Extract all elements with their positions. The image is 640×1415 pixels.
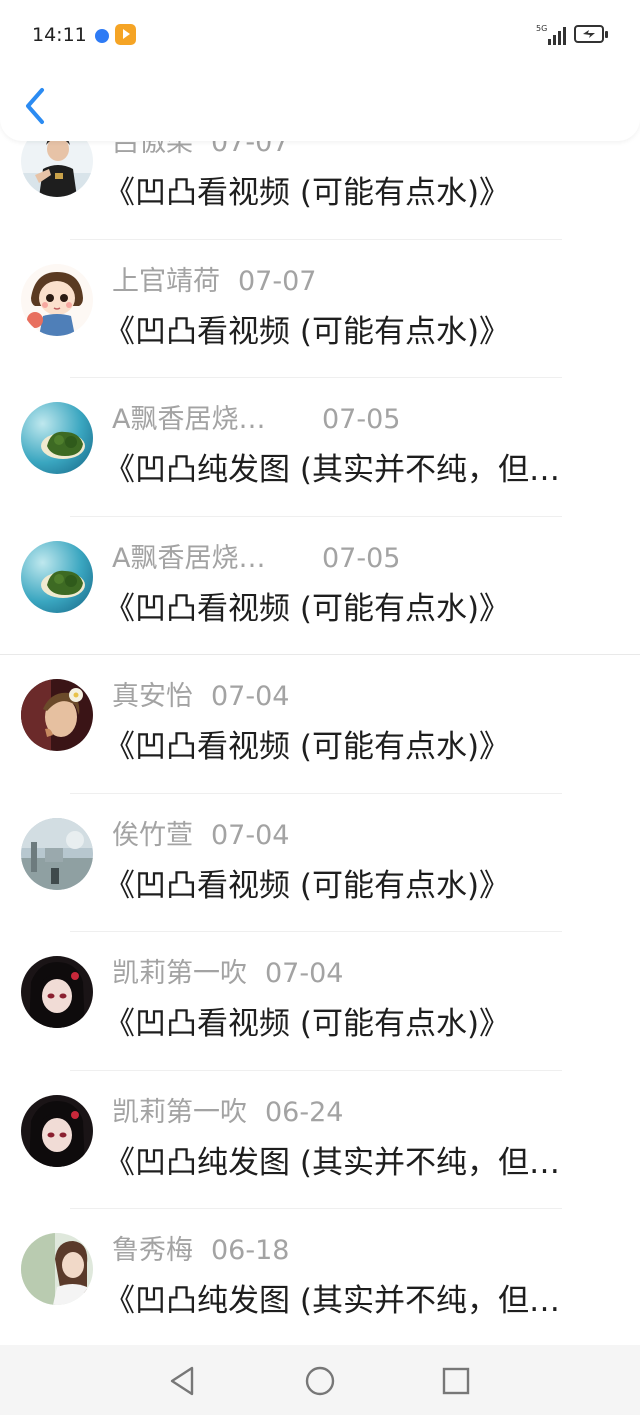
- user-name[interactable]: 凯莉第一吹: [112, 956, 247, 992]
- list-item[interactable]: 鲁秀梅 06-18 《凹凸纯发图 (其实并不纯，但…: [0, 1209, 640, 1348]
- nav-home-button[interactable]: [302, 1363, 338, 1399]
- nav-back-button[interactable]: [164, 1363, 200, 1399]
- comment-feed: 吕傲梁 07-07 《凹凸看视频 (可能有点水)》 上官靖荷 07-07 《凹凸…: [0, 101, 640, 1348]
- avatar[interactable]: [21, 402, 93, 474]
- post-title[interactable]: 《凹凸看视频 (可能有点水)》: [104, 725, 604, 769]
- comment-meta: 俟竹萱 07-04: [112, 818, 289, 854]
- user-name[interactable]: A飘香居烧…: [112, 541, 304, 577]
- back-button[interactable]: [18, 86, 52, 126]
- avatar[interactable]: [21, 679, 93, 751]
- nav-recents-button[interactable]: [438, 1363, 474, 1399]
- post-title[interactable]: 《凹凸看视频 (可能有点水)》: [104, 587, 604, 631]
- comment-meta: 凯莉第一吹 07-04: [112, 956, 343, 992]
- user-name[interactable]: A飘香居烧…: [112, 402, 304, 438]
- square-recents-icon: [442, 1367, 470, 1395]
- user-name[interactable]: 真安怡: [112, 679, 193, 715]
- top-bar: 14:11 5G: [0, 0, 640, 141]
- avatar[interactable]: [21, 1094, 93, 1167]
- user-name[interactable]: 鲁秀梅: [112, 1233, 193, 1269]
- comment-meta: A飘香居烧… 07-05: [112, 402, 400, 438]
- post-title[interactable]: 《凹凸纯发图 (其实并不纯，但…: [104, 448, 604, 492]
- list-item[interactable]: A飘香居烧… 07-05 《凹凸纯发图 (其实并不纯，但…: [0, 378, 640, 517]
- post-title[interactable]: 《凹凸看视频 (可能有点水)》: [104, 1002, 604, 1046]
- post-date: 07-05: [322, 404, 401, 435]
- comment-meta: 上官靖荷 07-07: [112, 264, 316, 300]
- comment-meta: 真安怡 07-04: [112, 679, 289, 715]
- post-title[interactable]: 《凹凸纯发图 (其实并不纯，但…: [104, 1141, 604, 1185]
- comment-meta: 鲁秀梅 06-18: [112, 1233, 289, 1269]
- system-nav-bar: [0, 1345, 640, 1415]
- list-item[interactable]: A飘香居烧… 07-05 《凹凸看视频 (可能有点水)》: [0, 517, 640, 655]
- post-date: 07-04: [211, 681, 290, 712]
- status-time: 14:11: [32, 24, 87, 46]
- chevron-left-icon: [26, 88, 44, 124]
- post-date: 07-05: [322, 542, 401, 574]
- post-title[interactable]: 《凹凸看视频 (可能有点水)》: [104, 171, 604, 215]
- notification-app-icon: [95, 29, 109, 43]
- comment-meta: 凯莉第一吹 06-24: [112, 1095, 343, 1131]
- screen: 吕傲梁 07-07 《凹凸看视频 (可能有点水)》 上官靖荷 07-07 《凹凸…: [0, 0, 640, 1415]
- triangle-back-icon: [170, 1366, 194, 1396]
- avatar[interactable]: [21, 817, 93, 890]
- list-item[interactable]: 凯莉第一吹 07-04 《凹凸看视频 (可能有点水)》: [0, 932, 640, 1071]
- post-title[interactable]: 《凹凸看视频 (可能有点水)》: [104, 864, 604, 908]
- avatar[interactable]: [21, 263, 93, 336]
- avatar[interactable]: [21, 1233, 93, 1305]
- user-name[interactable]: 上官靖荷: [112, 264, 220, 300]
- post-date: 07-04: [265, 958, 344, 989]
- post-date: 07-07: [238, 265, 317, 297]
- user-name[interactable]: 凯莉第一吹: [112, 1095, 247, 1131]
- circle-home-icon: [305, 1366, 335, 1396]
- user-name[interactable]: 俟竹萱: [112, 818, 193, 854]
- list-item[interactable]: 上官靖荷 07-07 《凹凸看视频 (可能有点水)》: [0, 240, 640, 378]
- post-date: 07-04: [211, 819, 290, 851]
- avatar[interactable]: [21, 956, 93, 1028]
- cellular-signal-icon: 5G: [536, 24, 570, 46]
- post-title[interactable]: 《凹凸看视频 (可能有点水)》: [104, 310, 604, 354]
- comment-meta: A飘香居烧… 07-05: [112, 541, 400, 577]
- network-type-label: 5G: [536, 24, 548, 33]
- post-title[interactable]: 《凹凸纯发图 (其实并不纯，但…: [104, 1279, 604, 1323]
- list-item[interactable]: 俟竹萱 07-04 《凹凸看视频 (可能有点水)》: [0, 794, 640, 932]
- battery-charging-icon: [574, 25, 608, 43]
- list-item[interactable]: 凯莉第一吹 06-24 《凹凸纯发图 (其实并不纯，但…: [0, 1071, 640, 1209]
- avatar[interactable]: [21, 540, 93, 613]
- video-app-icon: [115, 24, 136, 45]
- list-item[interactable]: 真安怡 07-04 《凹凸看视频 (可能有点水)》: [0, 655, 640, 794]
- post-date: 06-24: [265, 1096, 344, 1128]
- post-date: 06-18: [211, 1235, 290, 1266]
